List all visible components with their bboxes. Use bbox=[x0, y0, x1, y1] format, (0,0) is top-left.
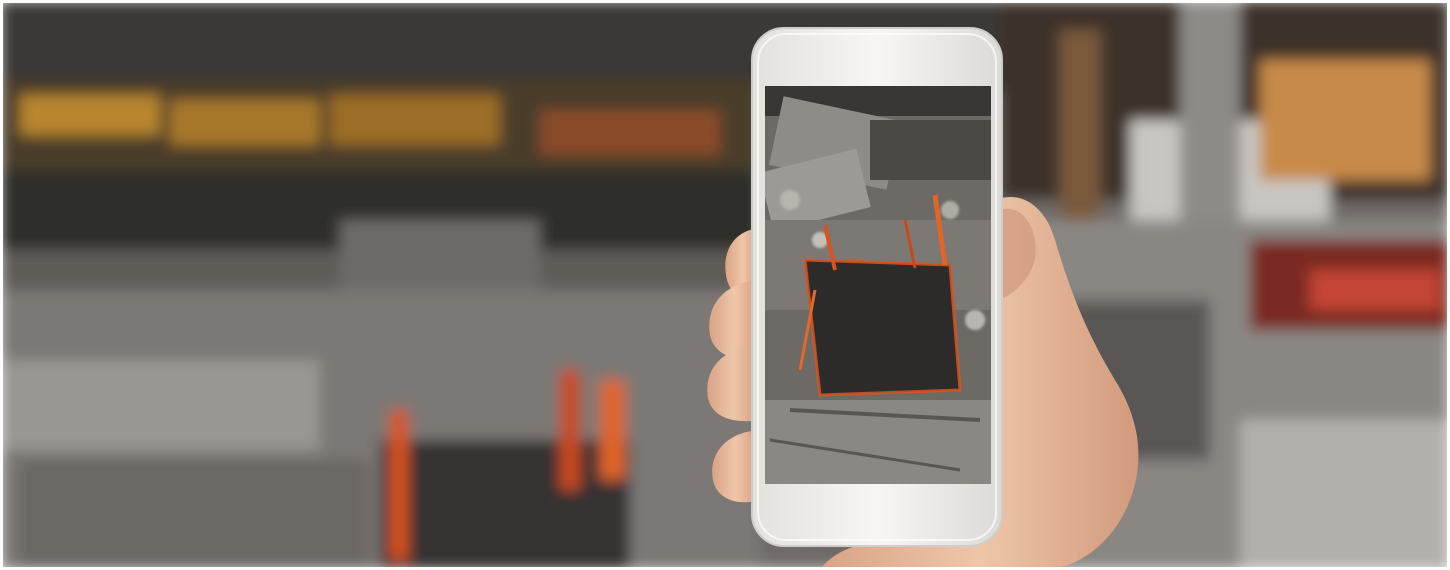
photo-scene bbox=[0, 0, 1450, 570]
phone-screen-photo bbox=[765, 86, 991, 484]
charred-chair bbox=[805, 260, 960, 395]
